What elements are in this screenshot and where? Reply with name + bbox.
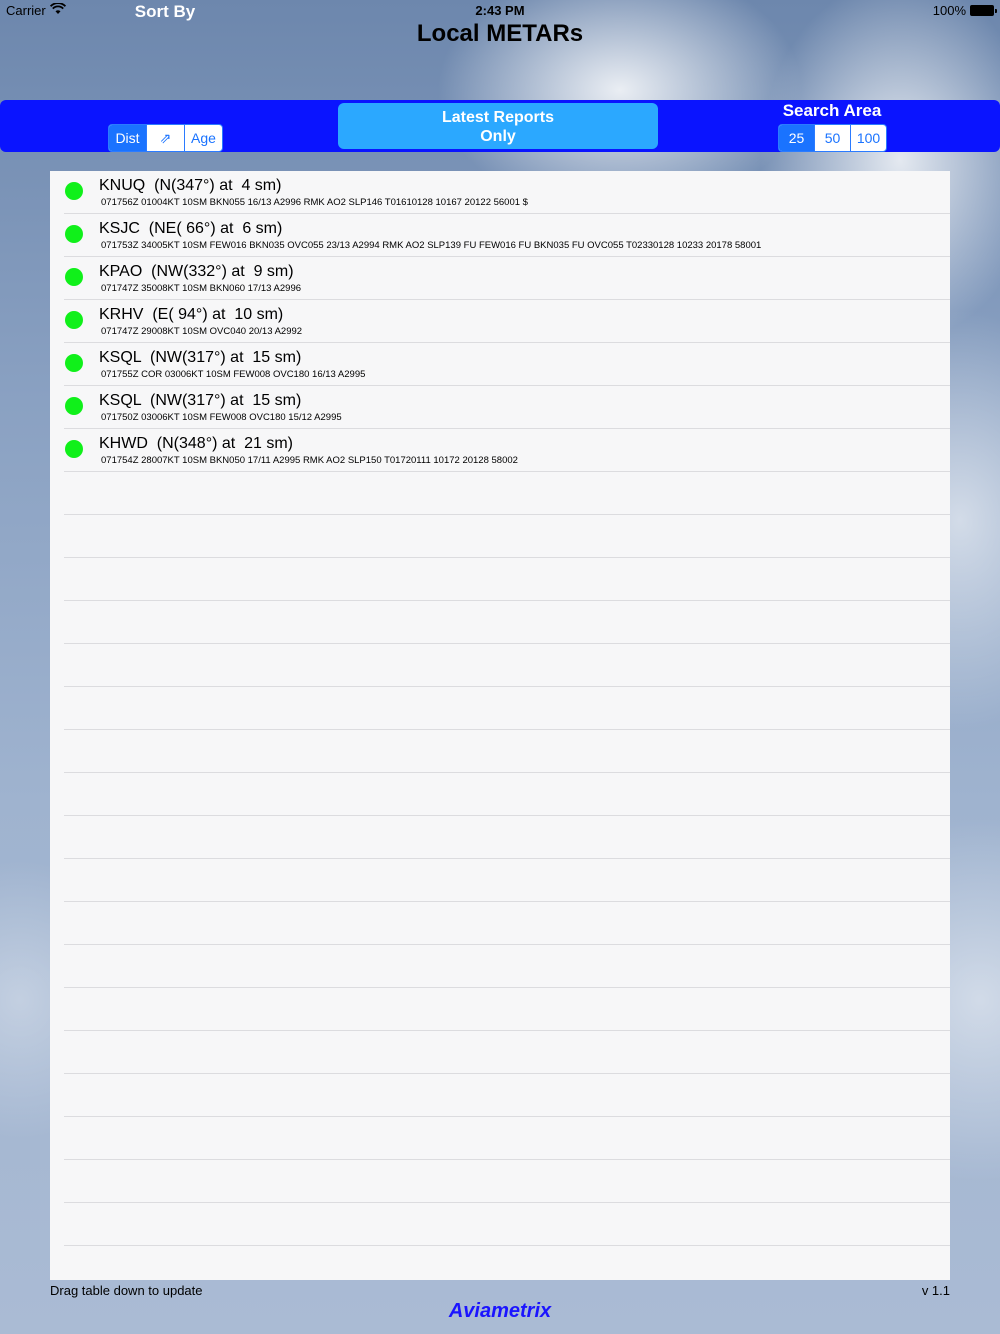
station-heading: KPAO (NW(332°) at 9 sm) <box>99 263 294 281</box>
latest-reports-only-button[interactable]: Latest Reports Only <box>338 103 658 149</box>
row-separator <box>64 1245 950 1246</box>
battery-percent: 100% <box>932 3 966 18</box>
empty-table-row[interactable] <box>50 515 950 558</box>
status-dot-icon <box>65 225 83 243</box>
table-row[interactable]: KSQL (NW(317°) at 15 sm) 071755Z COR 0300… <box>50 343 950 386</box>
battery-icon <box>970 5 997 16</box>
metar-text: 071756Z 01004KT 10SM BKN055 16/13 A2996 … <box>101 197 528 208</box>
station-bearing-distance: (NW(317°) at 15 sm) <box>149 349 302 366</box>
empty-table-row[interactable] <box>50 1031 950 1074</box>
empty-table-row[interactable] <box>50 773 950 816</box>
table-row[interactable]: KSJC (NE( 66°) at 6 sm) 071753Z 34005KT 1… <box>50 214 950 257</box>
metar-text: 071754Z 28007KT 10SM BKN050 17/11 A2995 … <box>101 455 518 466</box>
station-id: KSQL <box>99 392 142 409</box>
empty-table-row[interactable] <box>50 601 950 644</box>
station-id: KHWD <box>99 435 148 452</box>
empty-table-row[interactable] <box>50 687 950 730</box>
metar-text: 071747Z 29008KT 10SM OVC040 20/13 A2992 <box>101 326 303 337</box>
station-heading: KHWD (N(348°) at 21 sm) <box>99 435 293 453</box>
station-id: KSJC <box>99 220 140 237</box>
station-bearing-distance: (E( 94°) at 10 sm) <box>152 306 284 323</box>
metar-text: 071755Z COR 03006KT 10SM FEW008 OVC180 1… <box>101 369 366 380</box>
empty-table-row[interactable] <box>50 859 950 902</box>
area-100-button[interactable]: 100 <box>850 125 886 151</box>
station-heading: KSQL (NW(317°) at 15 sm) <box>99 392 301 410</box>
latest-reports-label: Latest Reports Only <box>441 109 555 145</box>
metar-text: 071747Z 35008KT 10SM BKN060 17/13 A2996 <box>101 283 302 294</box>
station-heading: KRHV (E( 94°) at 10 sm) <box>99 306 283 324</box>
empty-table-row[interactable] <box>50 816 950 859</box>
brand-logo-text[interactable]: Aviametrix <box>0 1300 1000 1323</box>
station-id: KRHV <box>99 306 144 323</box>
status-dot-icon <box>65 311 83 329</box>
sort-by-label: Sort By <box>134 2 196 21</box>
empty-table-row[interactable] <box>50 1203 950 1246</box>
table-row[interactable]: KRHV (E( 94°) at 10 sm) 071747Z 29008KT 1… <box>50 300 950 343</box>
empty-table-row[interactable] <box>50 730 950 773</box>
table-row[interactable]: KSQL (NW(317°) at 15 sm) 071750Z 03006KT … <box>50 386 950 429</box>
page-title: Local METARs <box>416 20 584 47</box>
metar-text: 071750Z 03006KT 10SM FEW008 OVC180 15/12… <box>101 412 342 423</box>
area-50-button[interactable]: 50 <box>814 125 850 151</box>
sort-bearing-button[interactable]: ⇗ <box>146 125 184 151</box>
empty-table-row[interactable] <box>50 902 950 945</box>
station-heading: KSJC (NE( 66°) at 6 sm) <box>99 220 282 238</box>
station-heading: KSQL (NW(317°) at 15 sm) <box>99 349 301 367</box>
station-bearing-distance: (NW(332°) at 9 sm) <box>151 263 294 280</box>
station-id: KPAO <box>99 263 143 280</box>
empty-table-row[interactable] <box>50 472 950 515</box>
empty-table-row[interactable] <box>50 1117 950 1160</box>
station-id: KNUQ <box>99 177 146 194</box>
station-heading: KNUQ (N(347°) at 4 sm) <box>99 177 281 195</box>
empty-table-row[interactable] <box>50 1160 950 1203</box>
table-row[interactable]: KNUQ (N(347°) at 4 sm) 071756Z 01004KT 10… <box>50 171 950 214</box>
station-bearing-distance: (N(347°) at 4 sm) <box>154 177 282 194</box>
search-area-label: Search Area <box>782 101 882 120</box>
table-row[interactable]: KHWD (N(348°) at 21 sm) 071754Z 28007KT 1… <box>50 429 950 472</box>
station-bearing-distance: (NE( 66°) at 6 sm) <box>148 220 283 237</box>
empty-table-row[interactable] <box>50 988 950 1031</box>
station-id: KSQL <box>99 349 142 366</box>
status-dot-icon <box>65 268 83 286</box>
search-area-segmented-control: 25 50 100 <box>778 124 887 152</box>
sort-age-button[interactable]: Age <box>184 125 222 151</box>
status-dot-icon <box>65 440 83 458</box>
station-bearing-distance: (N(348°) at 21 sm) <box>156 435 293 452</box>
empty-table-row[interactable] <box>50 1074 950 1117</box>
status-dot-icon <box>65 397 83 415</box>
version-label: v 1.1 <box>921 1283 950 1298</box>
metar-table[interactable]: KNUQ (N(347°) at 4 sm) 071756Z 01004KT 10… <box>50 171 950 1280</box>
status-dot-icon <box>65 182 83 200</box>
empty-table-row[interactable] <box>50 558 950 601</box>
empty-table-row[interactable] <box>50 644 950 687</box>
sort-segmented-control: Dist ⇗ Age <box>108 124 223 152</box>
area-25-button[interactable]: 25 <box>779 125 814 151</box>
sort-dist-button[interactable]: Dist <box>109 125 146 151</box>
empty-table-row[interactable] <box>50 945 950 988</box>
status-dot-icon <box>65 354 83 372</box>
metar-text: 071753Z 34005KT 10SM FEW016 BKN035 OVC05… <box>101 240 762 251</box>
station-bearing-distance: (NW(317°) at 15 sm) <box>149 392 302 409</box>
drag-hint: Drag table down to update <box>50 1283 203 1298</box>
table-row[interactable]: KPAO (NW(332°) at 9 sm) 071747Z 35008KT 1… <box>50 257 950 300</box>
status-right: 100% <box>932 3 997 18</box>
